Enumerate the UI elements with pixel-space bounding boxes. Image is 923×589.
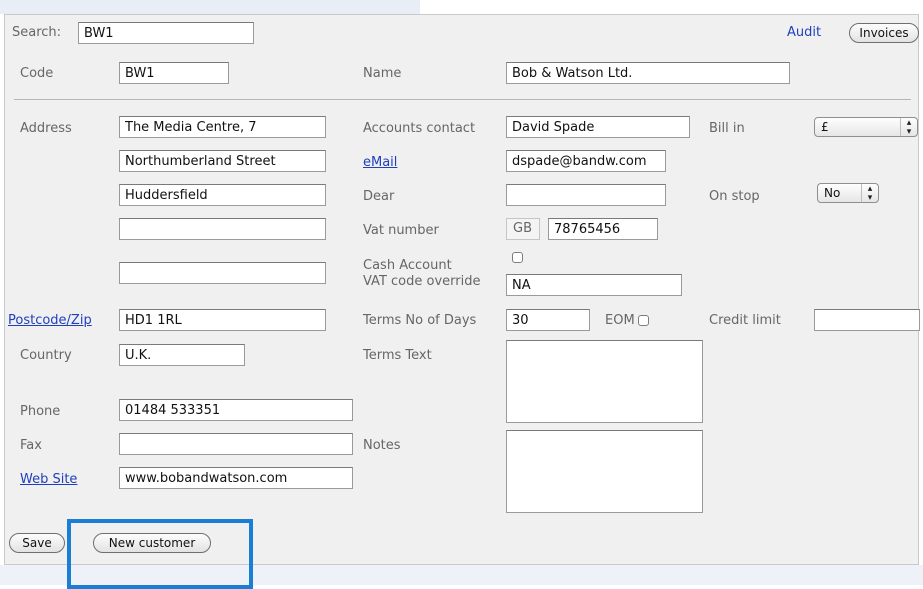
name-label: Name xyxy=(363,66,402,81)
website-input[interactable] xyxy=(119,467,353,489)
vat-prefix: GB xyxy=(506,218,540,240)
highlight-box xyxy=(67,519,253,589)
bill-in-value: £ xyxy=(821,120,829,134)
eom-label: EOM xyxy=(605,313,635,328)
code-input[interactable] xyxy=(119,62,229,84)
vat-number-label: Vat number xyxy=(363,223,439,238)
on-stop-label: On stop xyxy=(709,189,760,204)
accounts-contact-label: Accounts contact xyxy=(363,121,476,136)
email-link[interactable]: eMail xyxy=(363,155,397,170)
search-input[interactable] xyxy=(78,22,254,44)
accounts-contact-input[interactable] xyxy=(506,116,690,138)
bill-in-label: Bill in xyxy=(709,121,745,136)
country-label: Country xyxy=(20,348,72,363)
terms-days-label: Terms No of Days xyxy=(363,313,477,328)
dear-input[interactable] xyxy=(506,184,666,206)
cash-account-label: Cash Account xyxy=(363,258,452,273)
dear-label: Dear xyxy=(363,189,395,204)
terms-text-label: Terms Text xyxy=(363,348,432,363)
address-line3-input[interactable] xyxy=(119,184,326,206)
save-button[interactable]: Save xyxy=(9,533,65,553)
vat-override-label: VAT code override xyxy=(363,274,481,289)
terms-days-input[interactable] xyxy=(506,309,590,331)
address-label: Address xyxy=(20,121,72,136)
on-stop-value: No xyxy=(824,186,841,200)
email-input[interactable] xyxy=(506,150,666,172)
audit-link[interactable]: Audit xyxy=(787,25,821,40)
address-line2-input[interactable] xyxy=(119,150,326,172)
vat-override-input[interactable] xyxy=(506,274,682,296)
search-label: Search: xyxy=(12,25,62,40)
eom-checkbox[interactable] xyxy=(638,315,649,326)
phone-label: Phone xyxy=(20,404,61,419)
vat-number-input[interactable] xyxy=(548,218,658,240)
select-arrows-icon: ▴ ▾ xyxy=(861,184,878,203)
address-line4-input[interactable] xyxy=(119,218,326,240)
cash-account-checkbox[interactable] xyxy=(512,252,523,263)
address-line1-input[interactable] xyxy=(119,116,326,138)
credit-limit-input[interactable] xyxy=(814,309,920,331)
country-input[interactable] xyxy=(119,344,245,366)
section-divider xyxy=(14,99,911,100)
name-input[interactable] xyxy=(506,62,790,84)
website-link[interactable]: Web Site xyxy=(20,472,77,487)
code-label: Code xyxy=(20,66,54,81)
background-shape-top xyxy=(0,0,420,14)
phone-input[interactable] xyxy=(119,399,353,421)
address-line5-input[interactable] xyxy=(119,262,326,284)
postcode-link[interactable]: Postcode/Zip xyxy=(8,313,92,328)
credit-limit-label: Credit limit xyxy=(709,313,781,328)
on-stop-select[interactable]: No ▴ ▾ xyxy=(817,183,879,203)
fax-input[interactable] xyxy=(119,433,353,455)
select-arrows-icon: ▴ ▾ xyxy=(900,118,917,137)
fax-label: Fax xyxy=(20,438,42,453)
terms-text-textarea[interactable] xyxy=(506,340,703,423)
postcode-input[interactable] xyxy=(119,309,326,331)
invoices-button[interactable]: Invoices xyxy=(849,23,919,43)
notes-label: Notes xyxy=(363,438,401,453)
notes-textarea[interactable] xyxy=(506,430,703,513)
bill-in-select[interactable]: £ ▴ ▾ xyxy=(814,117,918,137)
